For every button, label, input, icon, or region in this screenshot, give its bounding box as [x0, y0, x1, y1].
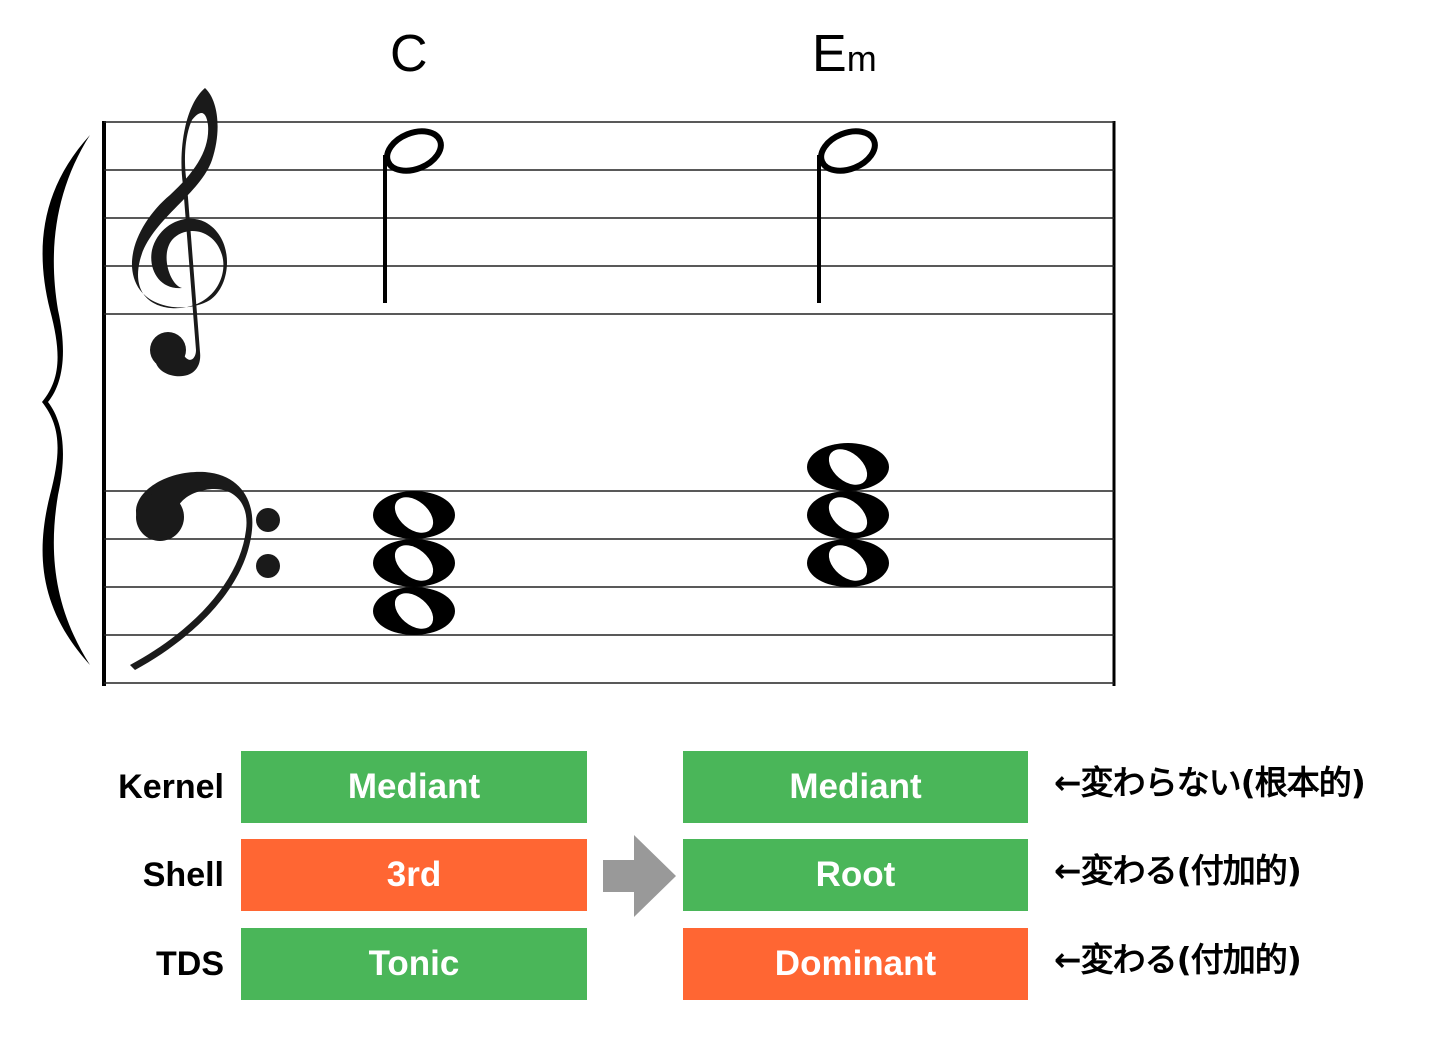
- bass-clef-icon: [130, 471, 280, 670]
- whole-note: [807, 491, 889, 539]
- whole-note: [807, 443, 889, 491]
- chord-quality: m: [846, 38, 877, 79]
- box-label: Tonic: [368, 944, 460, 983]
- shell-before-box: 3rd: [241, 839, 587, 911]
- row-label-shell: Shell: [142, 856, 224, 894]
- box-label: 3rd: [386, 855, 442, 894]
- shell-after-box: Root: [683, 839, 1028, 911]
- tds-after-box: Dominant: [683, 928, 1028, 1000]
- whole-note: [373, 539, 455, 587]
- box-label: Dominant: [774, 944, 937, 983]
- whole-note: [807, 539, 889, 587]
- chord-symbol-1: C: [390, 28, 428, 80]
- kernel-after-box: Mediant: [683, 751, 1028, 823]
- box-label: Mediant: [789, 767, 922, 806]
- tds-note: ←変わる(付加的): [1054, 940, 1302, 979]
- chord-symbol-2: Em: [812, 28, 877, 80]
- chord-root: E: [812, 25, 847, 83]
- notes-layer: [373, 128, 889, 635]
- kernel-before-box: Mediant: [241, 751, 587, 823]
- staff-lines: [104, 121, 1114, 684]
- box-label: Mediant: [347, 767, 481, 806]
- half-note: [817, 128, 878, 303]
- tds-before-box: Tonic: [241, 928, 587, 1000]
- shell-note: ←変わる(付加的): [1054, 851, 1302, 890]
- right-arrow-icon: [603, 835, 676, 917]
- box-label: Root: [815, 855, 896, 894]
- brace-icon: [42, 135, 90, 665]
- chord-root: C: [390, 25, 428, 83]
- whole-note: [373, 491, 455, 539]
- half-note: [383, 128, 444, 303]
- row-label-kernel: Kernel: [118, 768, 224, 806]
- row-label-tds: TDS: [156, 945, 224, 983]
- whole-note: [373, 587, 455, 635]
- treble-clef-icon: [131, 88, 228, 377]
- grand-staff: [42, 88, 1116, 686]
- kernel-note: ←変わらない(根本的): [1054, 763, 1366, 802]
